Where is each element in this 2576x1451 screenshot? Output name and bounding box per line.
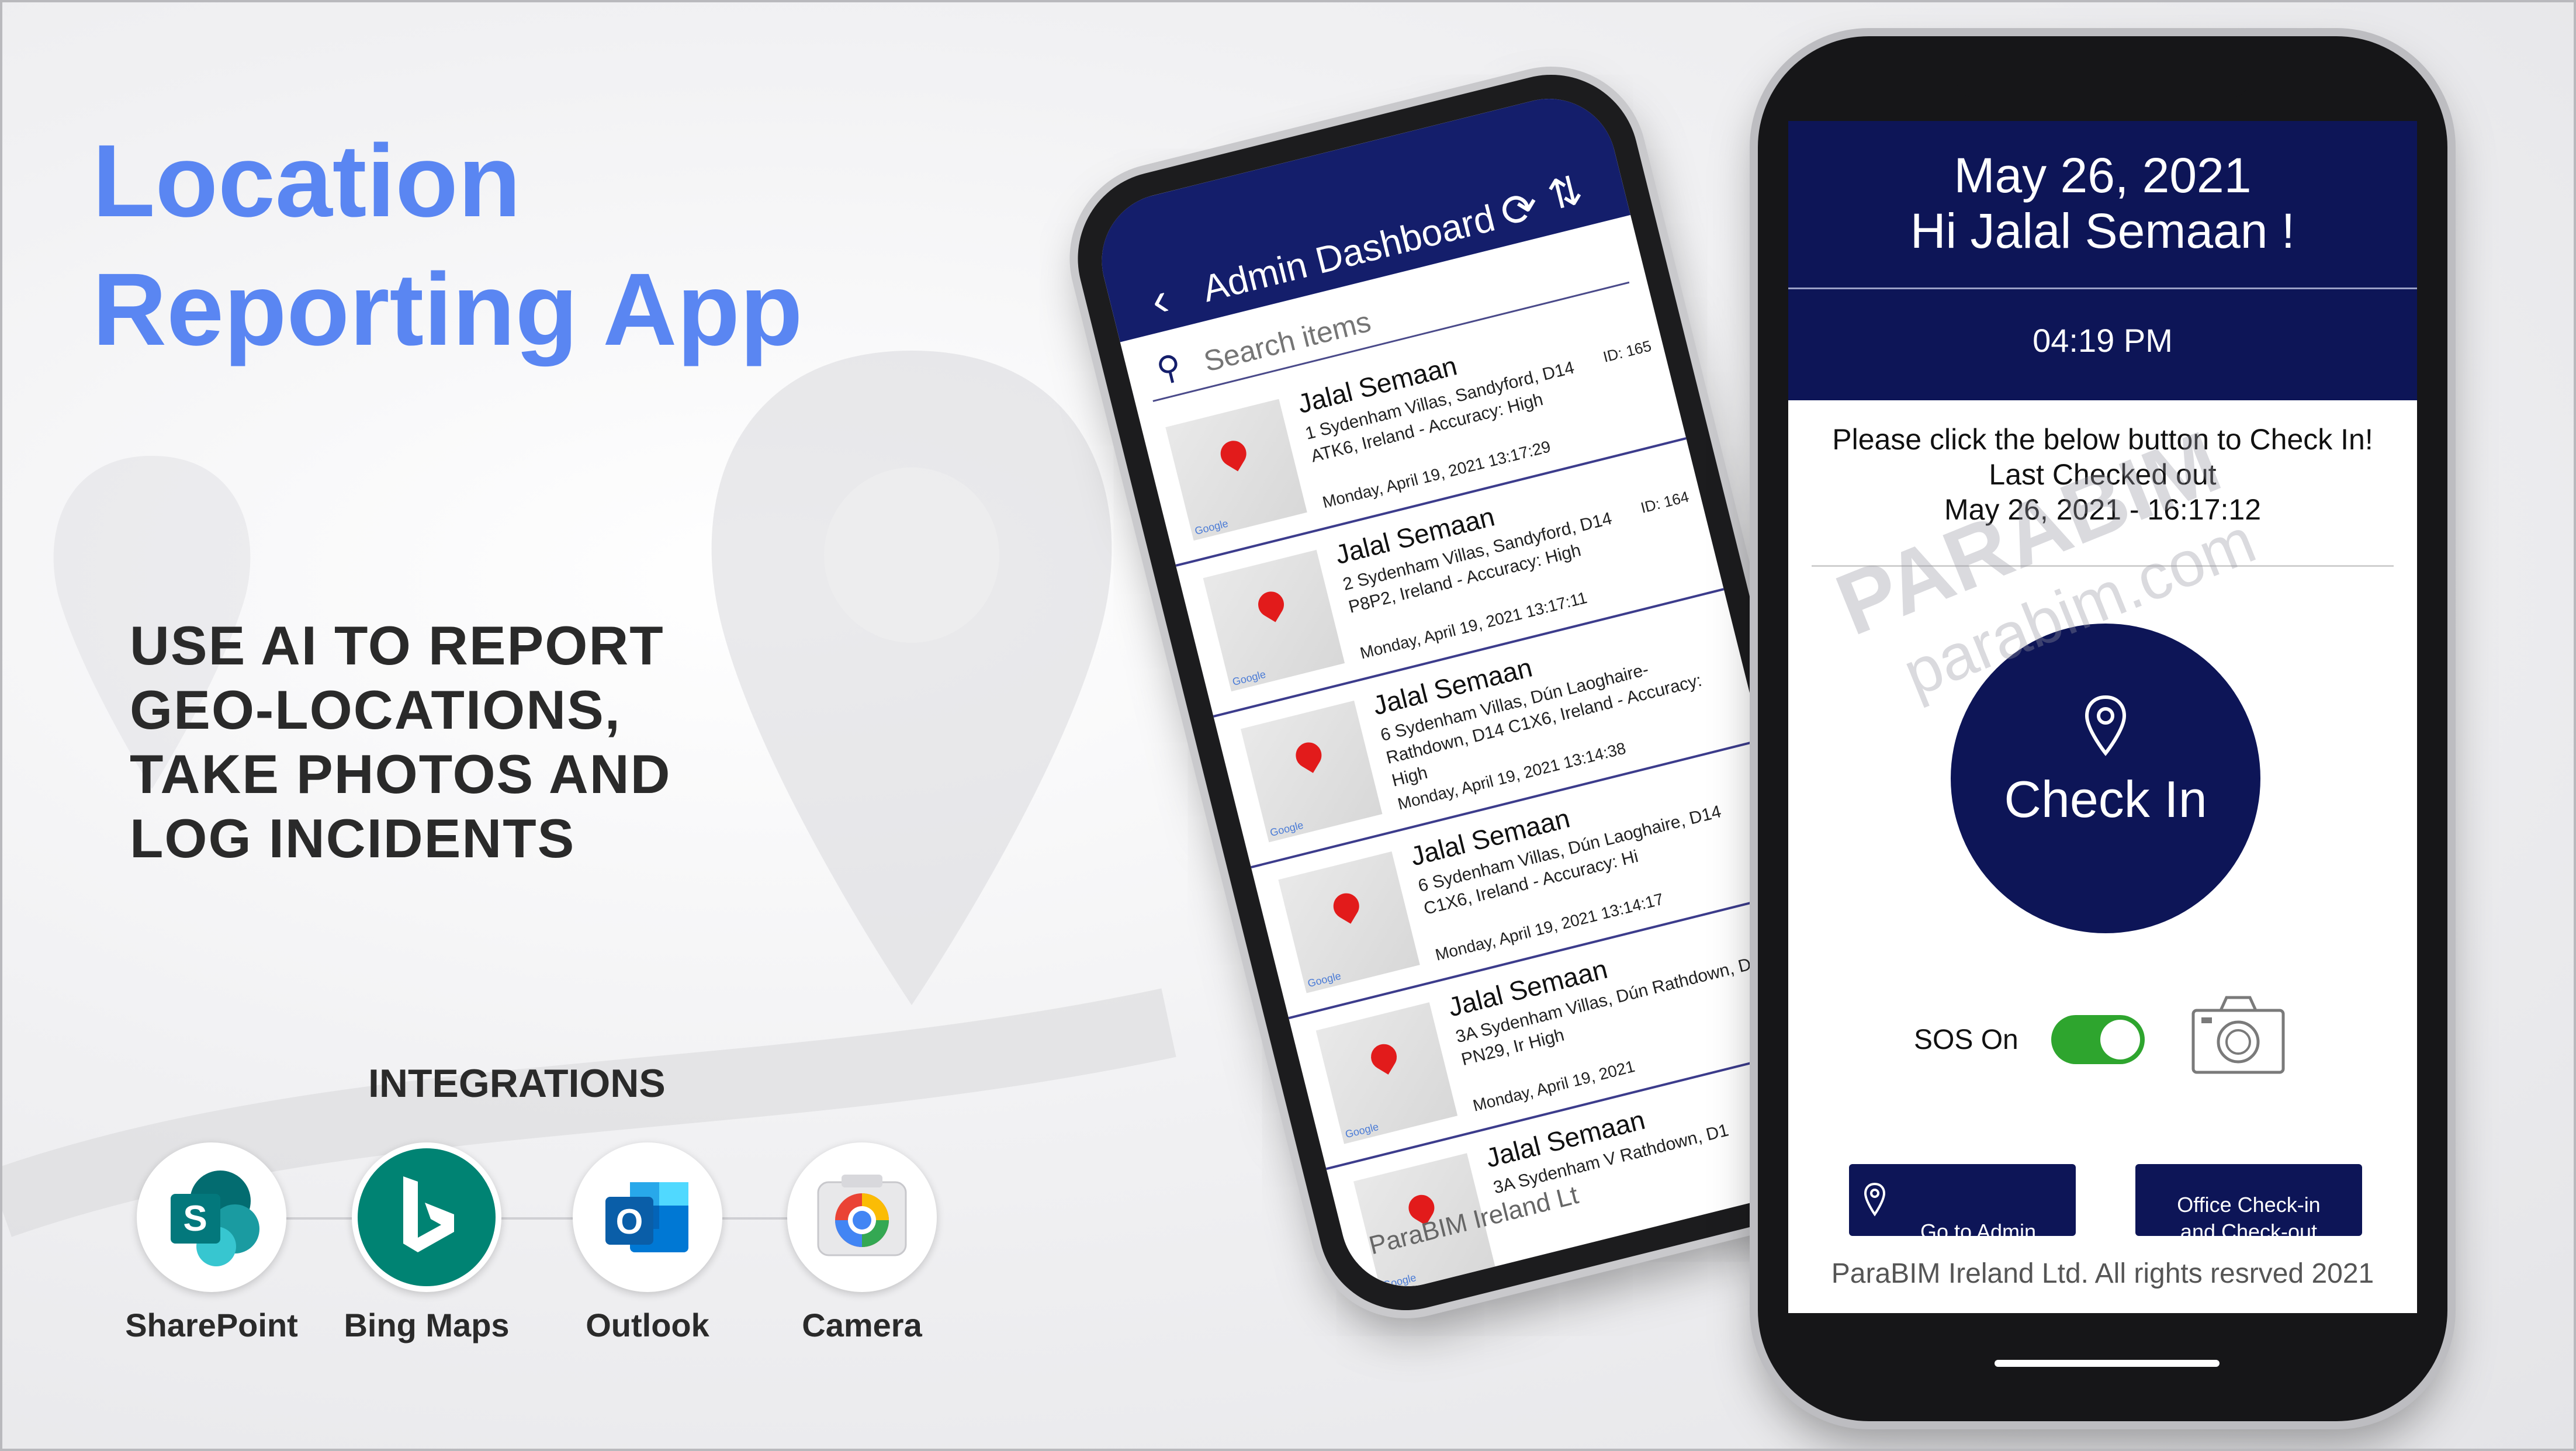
toggle-knob xyxy=(2100,1020,2140,1059)
phone-notch xyxy=(1957,74,2249,98)
time-bar: 04:19 PM xyxy=(1788,289,2417,400)
integration-outlook: O Outlook xyxy=(572,1142,723,1344)
check-in-label: Check In xyxy=(2004,770,2207,828)
sort-icon[interactable]: ⇅ xyxy=(1543,165,1588,220)
checkin-phone: May 26, 2021 Hi Jalal Semaan ! 04:19 PM … xyxy=(1758,36,2447,1421)
go-to-admin-dashboard-button[interactable]: Go to Admin Dashboard xyxy=(1849,1164,2076,1270)
google-logo: Google xyxy=(1269,819,1305,839)
camera-button-icon[interactable] xyxy=(2189,992,2288,1076)
map-thumbnail: Google xyxy=(1315,1002,1458,1144)
admin-screen: ‹ Admin Dashboard ⟳ ⇅ ⚲ Google Jalal Sem… xyxy=(1088,84,1869,1301)
sos-label: SOS On xyxy=(1914,1024,2018,1055)
google-logo: Google xyxy=(1231,668,1267,688)
refresh-icon[interactable]: ⟳ xyxy=(1495,179,1543,239)
checkin-instructions: Please click the below button to Check I… xyxy=(1823,422,2382,527)
current-time: 04:19 PM xyxy=(2033,322,2173,359)
map-thumbnail: Google xyxy=(1203,549,1345,692)
last-checked-label: Last Checked out xyxy=(1989,458,2217,491)
instruction-text: Please click the below button to Check I… xyxy=(1832,423,2373,456)
search-icon: ⚲ xyxy=(1152,347,1185,389)
integration-sharepoint: S SharePoint xyxy=(125,1142,298,1344)
map-pin-icon xyxy=(1328,888,1364,924)
google-logo: Google xyxy=(1306,969,1342,990)
integration-bing-maps: Bing Maps xyxy=(344,1142,510,1344)
checkin-header: May 26, 2021 Hi Jalal Semaan ! xyxy=(1788,121,2417,288)
svg-text:S: S xyxy=(183,1199,207,1239)
sos-toggle[interactable] xyxy=(2051,1015,2145,1064)
map-pin-icon xyxy=(1366,1039,1402,1075)
integration-label: Bing Maps xyxy=(344,1307,510,1343)
map-thumbnail: Google xyxy=(1165,399,1307,541)
integration-camera: Camera xyxy=(786,1142,938,1344)
map-pin-icon xyxy=(1253,587,1289,622)
greeting: Hi Jalal Semaan ! xyxy=(1910,203,2295,258)
location-pin-icon xyxy=(2085,695,2127,756)
bing-maps-icon xyxy=(352,1142,501,1292)
back-arrow-icon[interactable]: ‹ xyxy=(1145,272,1173,328)
check-in-button[interactable]: Check In xyxy=(1951,624,2260,933)
checkin-screen: May 26, 2021 Hi Jalal Semaan ! 04:19 PM … xyxy=(1788,121,2417,1313)
tagline: USE AI TO REPORT GEO-LOCATIONS, TAKE PHO… xyxy=(130,615,671,869)
integration-label: Outlook xyxy=(586,1307,709,1343)
sharepoint-icon: S xyxy=(137,1142,286,1292)
item-id: ID: 164 xyxy=(1639,487,1691,517)
map-pin-icon xyxy=(1291,737,1327,773)
google-logo: Google xyxy=(1193,517,1230,537)
google-logo: Google xyxy=(1344,1120,1380,1141)
integration-label: Camera xyxy=(802,1307,922,1343)
office-button-label: Office Check-in and Check-out xyxy=(2177,1193,2321,1244)
svg-text:O: O xyxy=(616,1202,643,1241)
location-pin-icon xyxy=(1864,1182,1886,1217)
section-divider xyxy=(1812,565,2394,567)
integration-label: SharePoint xyxy=(125,1307,298,1343)
last-checked-value: May 26, 2021 - 16:17:12 xyxy=(1944,493,2262,526)
google-logo: Google xyxy=(1382,1271,1418,1291)
integrations-heading: INTEGRATIONS xyxy=(368,1061,666,1106)
map-thumbnail: Google xyxy=(1278,851,1420,993)
outlook-icon: O xyxy=(573,1142,722,1292)
map-pin-icon xyxy=(1216,436,1251,472)
page-title: Location Reporting App xyxy=(92,124,803,367)
item-id: ID: 165 xyxy=(1601,337,1653,366)
current-date: May 26, 2021 xyxy=(1954,148,2252,203)
copyright-text: ParaBIM Ireland Ltd. All rights resrved … xyxy=(1831,1258,2374,1289)
home-indicator[interactable] xyxy=(1995,1360,2220,1367)
office-check-in-button[interactable]: Office Check-in and Check-out xyxy=(2135,1164,2362,1244)
camera-icon xyxy=(787,1142,937,1292)
map-thumbnail: Google xyxy=(1240,700,1383,843)
